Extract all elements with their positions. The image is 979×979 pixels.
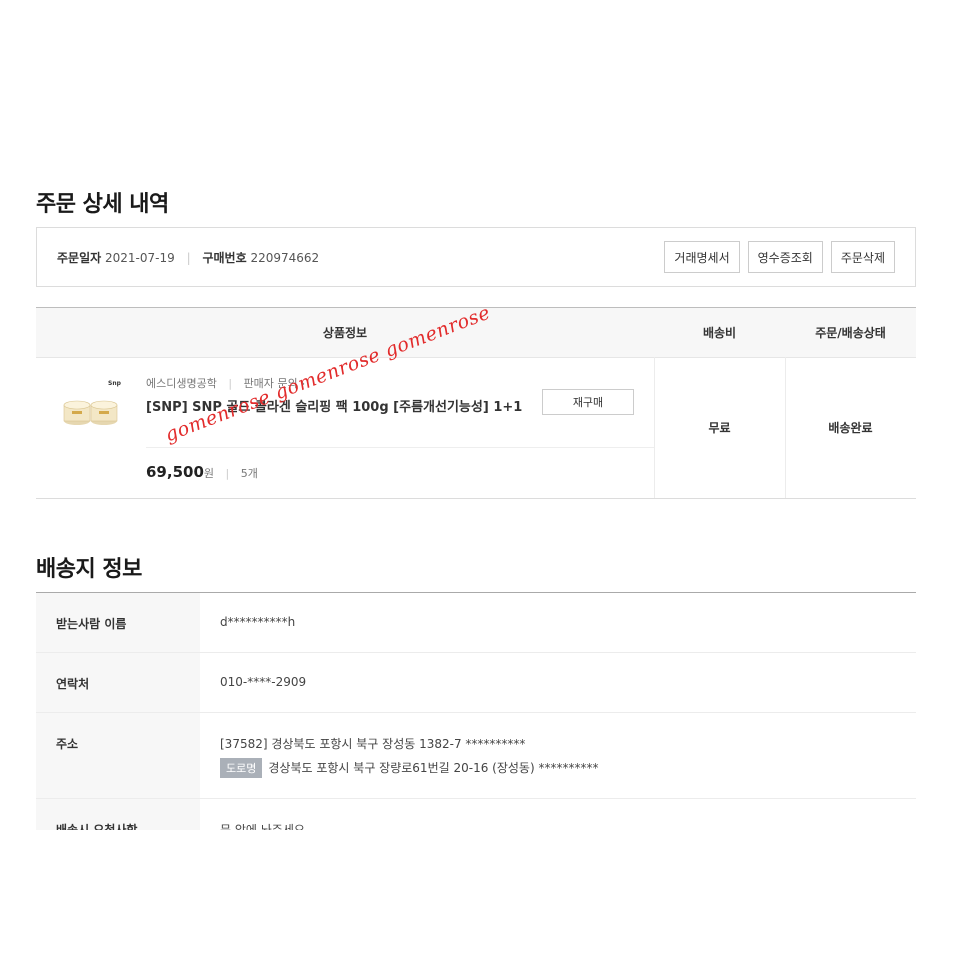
order-detail-page: 주문 상세 내역 주문일자 2021-07-19 | 구매번호 22097466…: [36, 0, 916, 830]
contact-label: 연락처: [36, 653, 200, 712]
shipping-info-table: 받는사람 이름 d**********h 연락처 010-****-2909 주…: [36, 592, 916, 830]
order-number: 220974662: [250, 251, 320, 265]
address-row: 주소 [37582] 경상북도 포항시 북구 장성동 1382-7 ******…: [36, 713, 916, 799]
delivery-request-row: 배송시 요청사항 문 앞에 놔주세요: [36, 799, 916, 830]
divider: [146, 447, 654, 448]
address-road-line: 도로명 경상북도 포항시 북구 장량로61번길 20-16 (장성동) *****…: [220, 758, 916, 778]
rebuy-button[interactable]: 재구매: [542, 389, 634, 415]
recipient-value: d**********h: [220, 615, 296, 629]
delivery-request-value: 문 앞에 놔주세요: [220, 823, 305, 830]
order-actions: 거래명세서 영수증조회 주문삭제: [664, 241, 895, 273]
product-quantity: 5개: [240, 467, 258, 480]
address-road: 경상북도 포항시 북구 장량로61번길 20-16 (장성동) ********…: [268, 761, 599, 775]
contact-value: 010-****-2909: [220, 675, 307, 689]
contact-row: 연락처 010-****-2909: [36, 653, 916, 713]
delete-order-button[interactable]: 주문삭제: [830, 241, 895, 273]
transaction-statement-button[interactable]: 거래명세서: [664, 241, 740, 273]
order-date-label: 주문일자: [57, 251, 102, 265]
divider: |: [225, 467, 230, 480]
product-price: 69,500: [146, 463, 204, 481]
order-number-label: 구매번호: [202, 251, 247, 265]
recipient-label: 받는사람 이름: [36, 593, 200, 652]
shipping-fee-value: 무료: [708, 421, 731, 435]
price-line: 69,500원 | 5개: [146, 463, 258, 481]
shipping-info-title: 배송지 정보: [36, 557, 142, 582]
header-product-info: 상품정보: [322, 326, 368, 340]
address-label: 주소: [36, 713, 200, 798]
divider: |: [228, 377, 233, 390]
header-shipping-fee: 배송비: [702, 326, 737, 340]
receipt-lookup-button[interactable]: 영수증조회: [747, 241, 823, 273]
order-detail-title: 주문 상세 내역: [36, 192, 169, 217]
delivery-request-label: 배송시 요청사항: [36, 799, 200, 830]
brand-name[interactable]: 에스디생명공학: [146, 377, 217, 390]
header-order-status: 주문/배송상태: [815, 326, 886, 340]
address-jibun: [37582] 경상북도 포항시 북구 장성동 1382-7 *********…: [220, 737, 526, 751]
order-date: 2021-07-19: [105, 251, 175, 265]
address-value: [37582] 경상북도 포항시 북구 장성동 1382-7 *********…: [200, 713, 916, 798]
product-table: 상품정보 배송비 주문/배송상태 Snp 에스디생명공학 | 판매자 문의 › …: [36, 307, 916, 499]
thumb-brand-text: Snp: [108, 380, 122, 387]
order-status-value: 배송완료: [828, 421, 873, 435]
price-currency: 원: [203, 467, 215, 480]
divider: |: [186, 251, 191, 265]
order-meta: 주문일자 2021-07-19 | 구매번호 220974662: [57, 249, 319, 266]
order-summary-bar: 주문일자 2021-07-19 | 구매번호 220974662 거래명세서 영…: [36, 227, 916, 287]
recipient-row: 받는사람 이름 d**********h: [36, 593, 916, 653]
product-thumbnail[interactable]: Snp: [60, 375, 124, 431]
road-name-badge: 도로명: [220, 758, 263, 778]
